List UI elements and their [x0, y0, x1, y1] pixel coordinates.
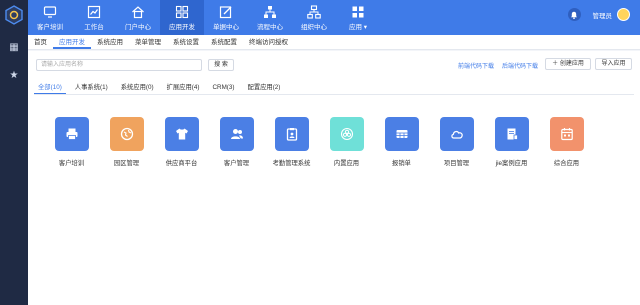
app-label: 项目管理	[443, 160, 470, 167]
app-card[interactable]: 客户管理	[209, 117, 264, 167]
app-card[interactable]: 内置应用	[319, 117, 374, 167]
topnav-workbench[interactable]: 工作台	[72, 0, 116, 35]
topnav-app-dev[interactable]: 应用开发	[160, 0, 204, 35]
search-button[interactable]: 搜 索	[208, 59, 234, 71]
tab-terminal-access[interactable]: 终端访问授权	[243, 35, 294, 49]
backend-download-link[interactable]: 后端代码下载	[502, 61, 538, 70]
table-icon	[396, 130, 407, 138]
sub-tabs: 首页 应用开发 系统应用 菜单管理 系统设置 系统配置 终端访问授权	[28, 35, 640, 50]
tab-system-apps[interactable]: 系统应用	[91, 35, 129, 49]
topnav-label: 单据中心	[213, 23, 239, 31]
username[interactable]: 管理员	[593, 10, 613, 20]
app-tile[interactable]	[439, 117, 474, 151]
topnav-apps[interactable]: 应用 ▾	[336, 0, 380, 35]
edit-icon	[219, 5, 232, 18]
tab-menu-management[interactable]: 菜单管理	[129, 35, 167, 49]
app-tile[interactable]	[494, 117, 529, 151]
flow-icon	[264, 5, 276, 18]
topnav-organization[interactable]: 组织中心	[292, 0, 336, 35]
topnav-label: 组织中心	[301, 23, 327, 31]
app-label: jie案例应用	[495, 160, 528, 167]
left-rail: ▦ ★	[0, 0, 28, 305]
tab-app-dev[interactable]: 应用开发	[53, 35, 91, 49]
monitor-icon	[43, 5, 57, 18]
top-bar: 客户培训 工作台 门户中心 应用开发 单据中心 流程中心 组织中心 应用 ▾ 管…	[28, 0, 640, 35]
user-area: 管理员	[567, 8, 630, 21]
globe-icon	[120, 127, 133, 141]
app-label: 客户管理	[223, 160, 250, 167]
topnav-portal[interactable]: 门户中心	[116, 0, 160, 35]
app-tile[interactable]	[109, 117, 144, 151]
app-tile[interactable]	[219, 117, 254, 151]
filter-system[interactable]: 系统应用(0)	[117, 83, 158, 94]
topnav-documents[interactable]: 单据中心	[204, 0, 248, 35]
tab-system-settings[interactable]: 系统设置	[167, 35, 205, 49]
top-nav: 客户培训 工作台 门户中心 应用开发 单据中心 流程中心 组织中心 应用 ▾	[28, 0, 380, 35]
bell-icon	[571, 11, 577, 19]
app-label: 客户培训	[58, 160, 85, 167]
topnav-process[interactable]: 流程中心	[248, 0, 292, 35]
app-label: 供应商平台	[165, 160, 198, 167]
home-icon	[132, 5, 144, 18]
users-icon	[230, 129, 243, 139]
calendar-icon	[560, 128, 573, 141]
topnav-label: 门户中心	[125, 23, 151, 31]
content-panel: 请输入应用名称 搜 索 前端代码下载 后端代码下载 ＋ 创建应用 导入应用 全部…	[28, 51, 640, 305]
clipboard-icon	[286, 128, 297, 141]
filter-hr[interactable]: 人事系统(1)	[71, 83, 112, 94]
app-grid: 客户培训 园区管理 供应商平台 客户管理 考勤管理系统 内置应用 报销单 项目管…	[44, 117, 594, 167]
notification-button[interactable]	[567, 8, 581, 21]
topnav-label: 应用开发	[169, 23, 195, 31]
app-card[interactable]: 客户培训	[44, 117, 99, 167]
search-input[interactable]: 请输入应用名称	[36, 59, 202, 71]
app-tile[interactable]	[164, 117, 199, 151]
app-card[interactable]: 项目管理	[429, 117, 484, 167]
topnav-label: 流程中心	[257, 23, 283, 31]
filter-extension[interactable]: 扩展应用(4)	[163, 83, 204, 94]
topnav-label: 工作台	[84, 23, 104, 31]
app-card[interactable]: 报销单	[374, 117, 429, 167]
app-card[interactable]: jie案例应用	[484, 117, 539, 167]
topnav-label: 客户培训	[37, 23, 63, 31]
app-label: 报销单	[392, 160, 411, 167]
app-card[interactable]: 考勤管理系统	[264, 117, 319, 167]
logo-icon[interactable]	[4, 5, 24, 25]
app-label: 内置应用	[333, 160, 360, 167]
tab-home[interactable]: 首页	[28, 35, 53, 49]
apps-icon	[352, 6, 364, 17]
grid-icon	[175, 5, 189, 18]
frontend-download-link[interactable]: 前端代码下载	[458, 61, 494, 70]
cloud-icon	[450, 130, 463, 139]
app-tile[interactable]	[54, 117, 89, 151]
grid-icon[interactable]: ▦	[8, 42, 20, 54]
document-edit-icon	[507, 128, 518, 140]
chart-icon	[87, 5, 101, 18]
filter-all[interactable]: 全部(10)	[34, 83, 66, 94]
org-icon	[307, 4, 321, 19]
tab-system-config[interactable]: 系统配置	[205, 35, 243, 49]
flower-icon	[340, 127, 353, 141]
create-app-button[interactable]: ＋ 创建应用	[545, 58, 591, 70]
import-app-button[interactable]: 导入应用	[595, 58, 632, 70]
app-label: 考勤管理系统	[272, 160, 311, 167]
app-label: 综合应用	[553, 160, 580, 167]
app-card[interactable]: 综合应用	[539, 117, 594, 167]
avatar[interactable]	[617, 8, 630, 21]
app-tile[interactable]	[549, 117, 584, 151]
printer-icon	[66, 128, 77, 140]
app-label: 园区管理	[113, 160, 140, 167]
category-filters: 全部(10) 人事系统(1) 系统应用(0) 扩展应用(4) CRM(3) 配置…	[34, 83, 634, 95]
app-card[interactable]: 供应商平台	[154, 117, 209, 167]
filter-config[interactable]: 配置应用(2)	[244, 83, 285, 94]
star-icon[interactable]: ★	[8, 70, 20, 82]
topnav-customer-training[interactable]: 客户培训	[28, 0, 72, 35]
filter-crm[interactable]: CRM(3)	[208, 83, 238, 94]
app-tile[interactable]	[384, 117, 419, 151]
topnav-label: 应用 ▾	[348, 23, 368, 31]
shirt-icon	[175, 128, 188, 140]
app-tile[interactable]	[274, 117, 309, 151]
app-card[interactable]: 园区管理	[99, 117, 154, 167]
app-tile[interactable]	[329, 117, 364, 151]
